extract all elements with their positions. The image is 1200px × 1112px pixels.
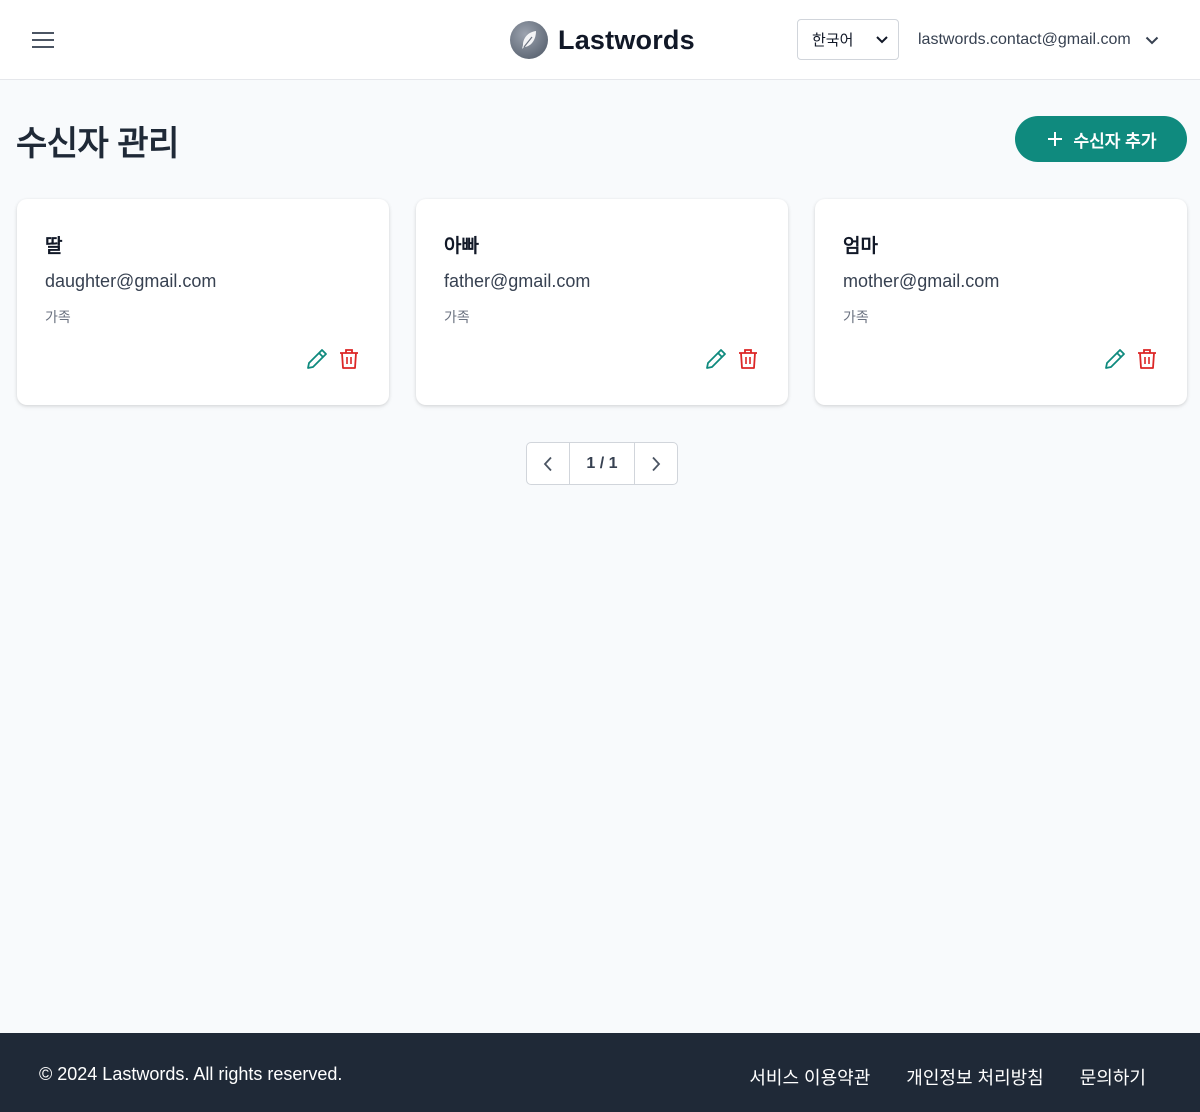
menu-button[interactable]	[28, 26, 58, 54]
recipient-card: 딸 daughter@gmail.com 가족	[17, 199, 389, 405]
copyright-text: © 2024 Lastwords. All rights reserved.	[39, 1064, 343, 1084]
recipient-relation: 가족	[45, 309, 71, 325]
delete-recipient-button[interactable]	[337, 347, 361, 371]
recipient-relation: 가족	[843, 309, 869, 325]
language-select[interactable]: 한국어	[797, 19, 899, 60]
page-indicator: 1 / 1	[586, 454, 618, 472]
privacy-policy-link[interactable]: 개인정보 처리방침	[906, 1064, 1043, 1090]
chevron-down-icon	[1145, 36, 1158, 44]
pencil-icon	[706, 349, 726, 369]
terms-of-service-link[interactable]: 서비스 이용약관	[749, 1064, 870, 1090]
recipient-name: 아빠	[444, 236, 479, 257]
edit-recipient-button[interactable]	[305, 347, 329, 371]
recipient-name: 엄마	[843, 236, 878, 257]
brand-name: Lastwords	[558, 24, 695, 55]
trash-icon	[739, 349, 757, 369]
recipient-email: daughter@gmail.com	[45, 271, 217, 291]
recipient-email: mother@gmail.com	[843, 271, 1000, 291]
delete-recipient-button[interactable]	[736, 347, 760, 371]
next-page-button[interactable]	[634, 443, 677, 484]
previous-page-button[interactable]	[527, 443, 570, 484]
top-header: Lastwords 한국어 lastwords.contact@gmail.co…	[0, 0, 1200, 80]
page: Lastwords 한국어 lastwords.contact@gmail.co…	[0, 0, 1200, 1112]
edit-recipient-button[interactable]	[1103, 347, 1127, 371]
feather-icon	[510, 21, 548, 59]
hamburger-menu-icon	[32, 32, 54, 48]
recipient-relation: 가족	[444, 309, 470, 325]
footer-links: 서비스 이용약관 개인정보 처리방침 문의하기	[749, 1064, 1146, 1090]
chevron-right-icon	[652, 456, 661, 471]
trash-icon	[340, 349, 358, 369]
add-recipient-label: 수신자 추가	[1073, 131, 1157, 151]
user-email: lastwords.contact@gmail.com	[918, 31, 1131, 48]
add-recipient-button[interactable]: 수신자 추가	[1015, 116, 1187, 162]
edit-recipient-button[interactable]	[704, 347, 728, 371]
language-selected-value: 한국어	[812, 32, 854, 49]
trash-icon	[1138, 349, 1156, 369]
pencil-icon	[1105, 349, 1125, 369]
page-title: 수신자 관리	[16, 125, 179, 163]
recipient-card: 엄마 mother@gmail.com 가족	[815, 199, 1187, 405]
contact-link[interactable]: 문의하기	[1080, 1064, 1146, 1090]
chevron-left-icon	[543, 456, 552, 471]
recipient-email: father@gmail.com	[444, 271, 591, 291]
user-menu[interactable]: lastwords.contact@gmail.com	[918, 24, 1159, 56]
chevron-down-icon	[876, 35, 888, 43]
plus-icon	[1047, 132, 1062, 146]
recipient-name: 딸	[45, 236, 63, 257]
brand-logo-link[interactable]: Lastwords	[510, 18, 695, 62]
footer: © 2024 Lastwords. All rights reserved. 서…	[0, 1033, 1200, 1112]
pagination: 1 / 1	[526, 442, 678, 485]
recipient-card: 아빠 father@gmail.com 가족	[416, 199, 788, 405]
delete-recipient-button[interactable]	[1135, 347, 1159, 371]
pencil-icon	[307, 349, 327, 369]
